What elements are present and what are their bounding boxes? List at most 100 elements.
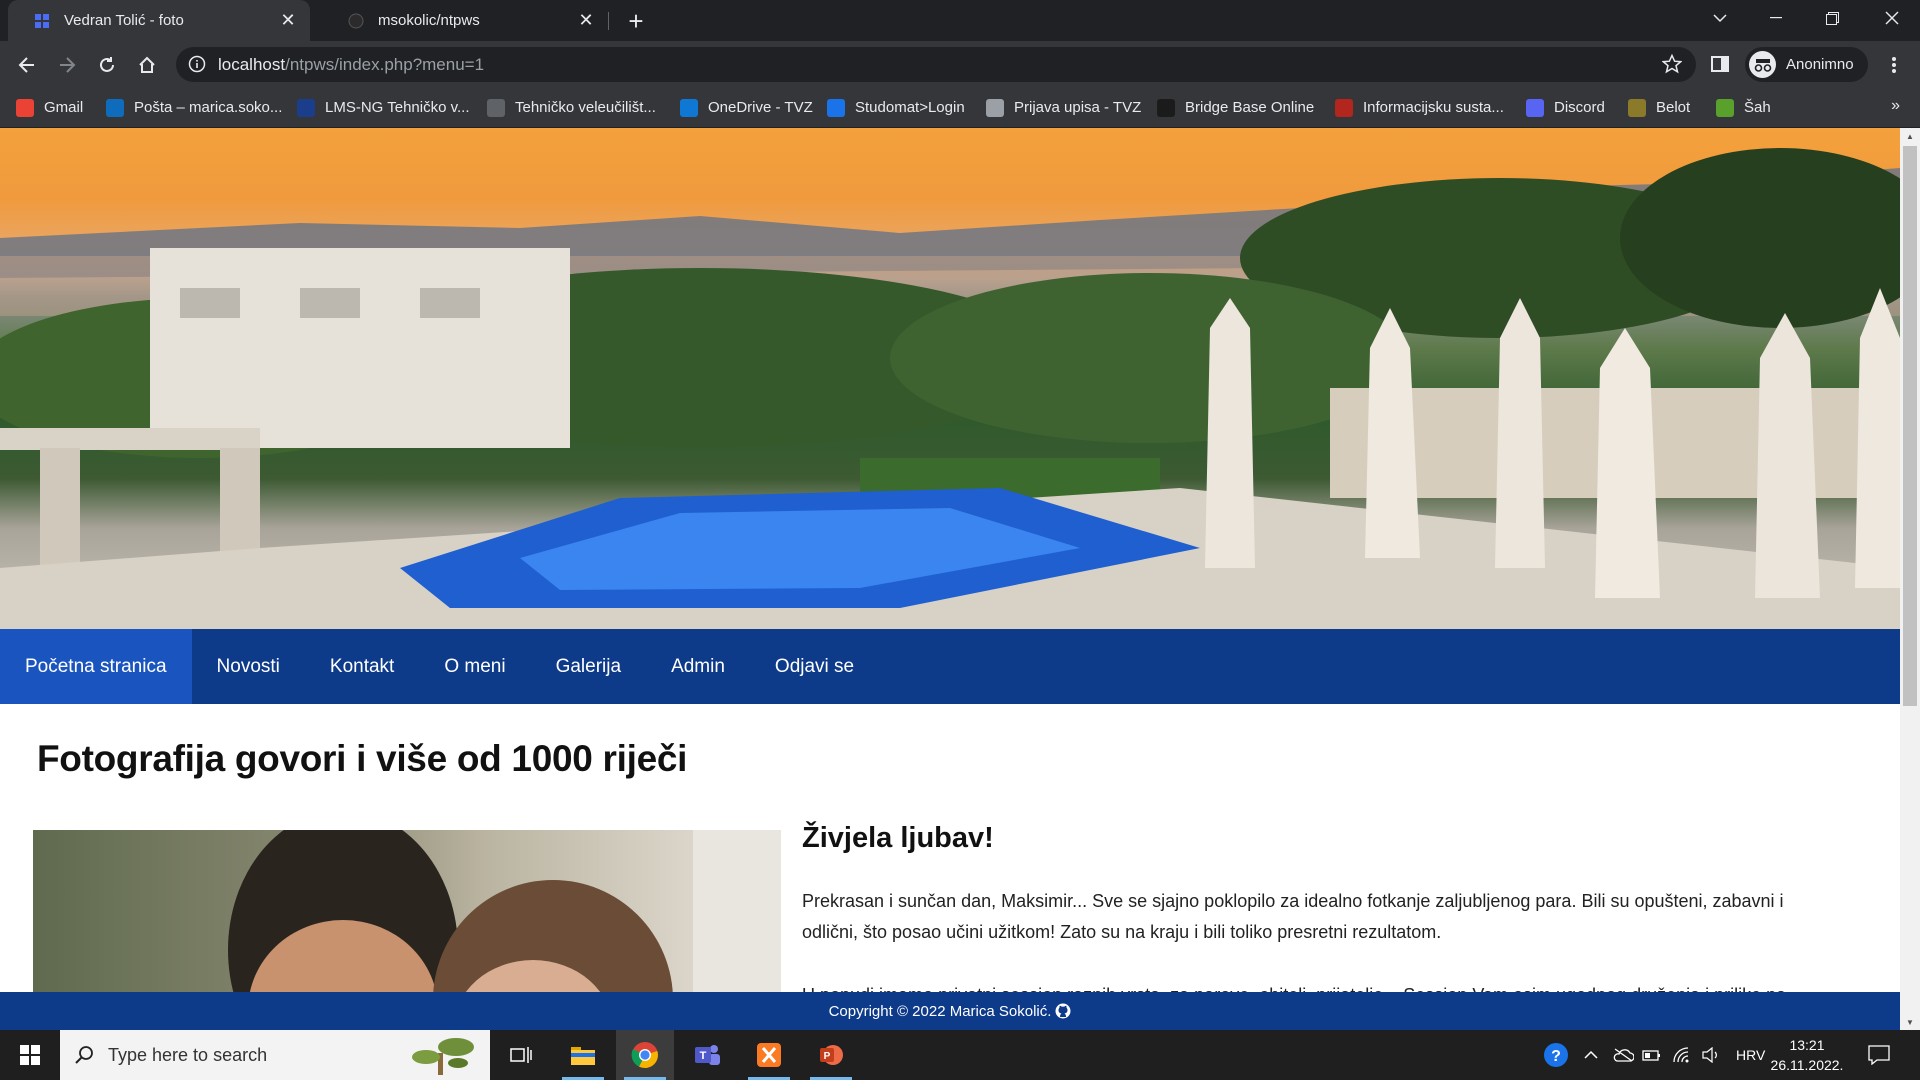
nav-item[interactable]: Kontakt: [305, 629, 419, 704]
scrollbar-thumb[interactable]: [1903, 146, 1917, 706]
bonsai-search-highlight-icon: [412, 1038, 474, 1075]
address-bar[interactable]: localhost/ntpws/index.php?menu=1: [176, 47, 1696, 82]
windows-taskbar: Type here to search T P ? HRV 13:21 26.1…: [0, 1030, 1920, 1080]
bookmarks-bar: » Gmail Pošta – marica.soko... LMS-NG Tehn…: [0, 88, 1920, 128]
home-button[interactable]: [131, 49, 163, 81]
nav-item[interactable]: Početna stranica: [0, 629, 192, 704]
nav-item[interactable]: Galerija: [531, 629, 646, 704]
site-info-icon[interactable]: [188, 55, 206, 73]
bookmark-item[interactable]: Tehničko veleučilišt...: [487, 88, 656, 127]
bookmark-item[interactable]: Šah: [1716, 88, 1771, 127]
bookmark-item[interactable]: Informacijsku susta...: [1335, 88, 1504, 127]
bookmark-item[interactable]: LMS-NG Tehničko v...: [297, 88, 470, 127]
document-icon: [986, 98, 1004, 117]
onedrive-tray-icon[interactable]: [1612, 1030, 1634, 1080]
scroll-up-icon[interactable]: ▲: [1900, 128, 1920, 144]
bookmark-label: LMS-NG Tehničko v...: [325, 99, 470, 116]
hero-landscape-illustration: [0, 148, 1900, 629]
file-explorer-button[interactable]: [554, 1030, 612, 1080]
back-arrow-icon: [18, 57, 34, 73]
clock-time: 13:21: [1789, 1037, 1825, 1053]
bookmark-label: Informacijsku susta...: [1363, 99, 1504, 116]
forward-button[interactable]: [51, 49, 83, 81]
tab-search-icon[interactable]: [1692, 0, 1748, 36]
language-indicator[interactable]: HRV: [1736, 1030, 1765, 1080]
minimize-button[interactable]: [1748, 0, 1804, 36]
volume-icon[interactable]: [1701, 1030, 1721, 1080]
nav-item[interactable]: O meni: [419, 629, 530, 704]
bookmark-item[interactable]: OneDrive - TVZ: [680, 88, 813, 127]
scroll-down-icon[interactable]: ▼: [1900, 1014, 1920, 1030]
tab-title: msokolic/ntpws: [378, 12, 480, 29]
side-panel-icon[interactable]: [1710, 54, 1730, 74]
teams-taskbar-button[interactable]: T: [678, 1030, 736, 1080]
nav-item[interactable]: Admin: [646, 629, 750, 704]
bookmark-label: Pošta – marica.soko...: [134, 99, 283, 116]
restore-button[interactable]: [1804, 0, 1860, 36]
bookmark-item[interactable]: Bridge Base Online: [1157, 88, 1314, 127]
new-tab-button[interactable]: +: [620, 6, 652, 36]
bookmark-label: Gmail: [44, 99, 84, 116]
discord-icon: [1526, 98, 1544, 117]
page-scrollbar[interactable]: ▲ ▼: [1900, 128, 1920, 1030]
system-clock[interactable]: 13:21 26.11.2022.: [1770, 1035, 1844, 1075]
outlook-icon: [106, 98, 124, 117]
gmail-icon: [16, 98, 34, 117]
bookmark-star-icon[interactable]: [1662, 54, 1682, 74]
grid-favicon-icon: [35, 13, 49, 28]
profile-label: Anonimno: [1786, 56, 1854, 73]
close-tab-icon[interactable]: ✕: [276, 9, 300, 33]
profile-button[interactable]: Anonimno: [1745, 47, 1868, 82]
chrome-taskbar-button[interactable]: [616, 1030, 674, 1080]
start-button[interactable]: [0, 1030, 60, 1080]
xampp-taskbar-button[interactable]: [740, 1030, 798, 1080]
bookmark-item[interactable]: Studomat>Login: [827, 88, 965, 127]
powerpoint-icon: P: [820, 1045, 843, 1065]
task-view-button[interactable]: [492, 1030, 550, 1080]
home-icon: [139, 56, 155, 73]
svg-text:?: ?: [1551, 1048, 1561, 1065]
show-hidden-icons-icon[interactable]: [1584, 1030, 1598, 1080]
bookmark-item[interactable]: Belot: [1628, 88, 1690, 127]
bookmark-item[interactable]: Discord: [1526, 88, 1605, 127]
belot-icon: [1628, 98, 1646, 117]
url-path: /ntpws/index.php?menu=1: [285, 55, 485, 74]
close-window-button[interactable]: [1864, 0, 1920, 36]
nav-item[interactable]: Novosti: [192, 629, 305, 704]
search-placeholder: Type here to search: [108, 1044, 268, 1065]
reload-button[interactable]: [91, 49, 123, 81]
bookmark-item[interactable]: Gmail: [16, 88, 83, 127]
github-favicon-icon: [348, 13, 364, 28]
article-text: Prekrasan i sunčan dan, Maksimir... Sve …: [802, 891, 1784, 942]
battery-icon[interactable]: [1642, 1030, 1662, 1080]
taskbar-search-box[interactable]: Type here to search: [60, 1030, 490, 1080]
reload-icon: [100, 57, 114, 72]
back-button[interactable]: [11, 49, 43, 81]
bookmark-item[interactable]: Prijava upisa - TVZ: [986, 88, 1141, 127]
wifi-icon[interactable]: [1672, 1030, 1692, 1080]
incognito-icon: [1749, 51, 1776, 78]
bookmarks-more-button[interactable]: »: [1891, 97, 1900, 115]
tab-title: Vedran Tolić - foto: [64, 12, 184, 29]
folder-icon: [571, 1047, 595, 1065]
studomat-icon: [827, 98, 845, 117]
browser-menu-button[interactable]: [1880, 51, 1908, 79]
chrome-icon: [631, 1042, 658, 1069]
clock-date: 26.11.2022.: [1770, 1057, 1844, 1073]
github-icon[interactable]: [1055, 1003, 1071, 1019]
site-footer: Copyright © 2022 Marica Sokolić.: [0, 992, 1900, 1030]
notifications-icon[interactable]: [1868, 1030, 1890, 1080]
hero-image: [0, 128, 1900, 629]
tab-vedran-tolic[interactable]: Vedran Tolić - foto ✕: [8, 0, 310, 41]
xampp-icon: [757, 1043, 781, 1067]
bookmark-label: OneDrive - TVZ: [708, 99, 813, 116]
chess-icon: [1716, 98, 1734, 117]
nav-item[interactable]: Odjavi se: [750, 629, 879, 704]
url-host: localhost: [218, 55, 286, 74]
close-tab-icon[interactable]: ✕: [574, 9, 598, 33]
bookmark-label: Belot: [1656, 99, 1691, 116]
help-tray-icon[interactable]: ?: [1542, 1030, 1570, 1080]
tab-msokolic-ntpws[interactable]: msokolic/ntpws ✕: [322, 0, 608, 41]
bookmark-item[interactable]: Pošta – marica.soko...: [106, 88, 282, 127]
powerpoint-taskbar-button[interactable]: P: [802, 1030, 860, 1080]
